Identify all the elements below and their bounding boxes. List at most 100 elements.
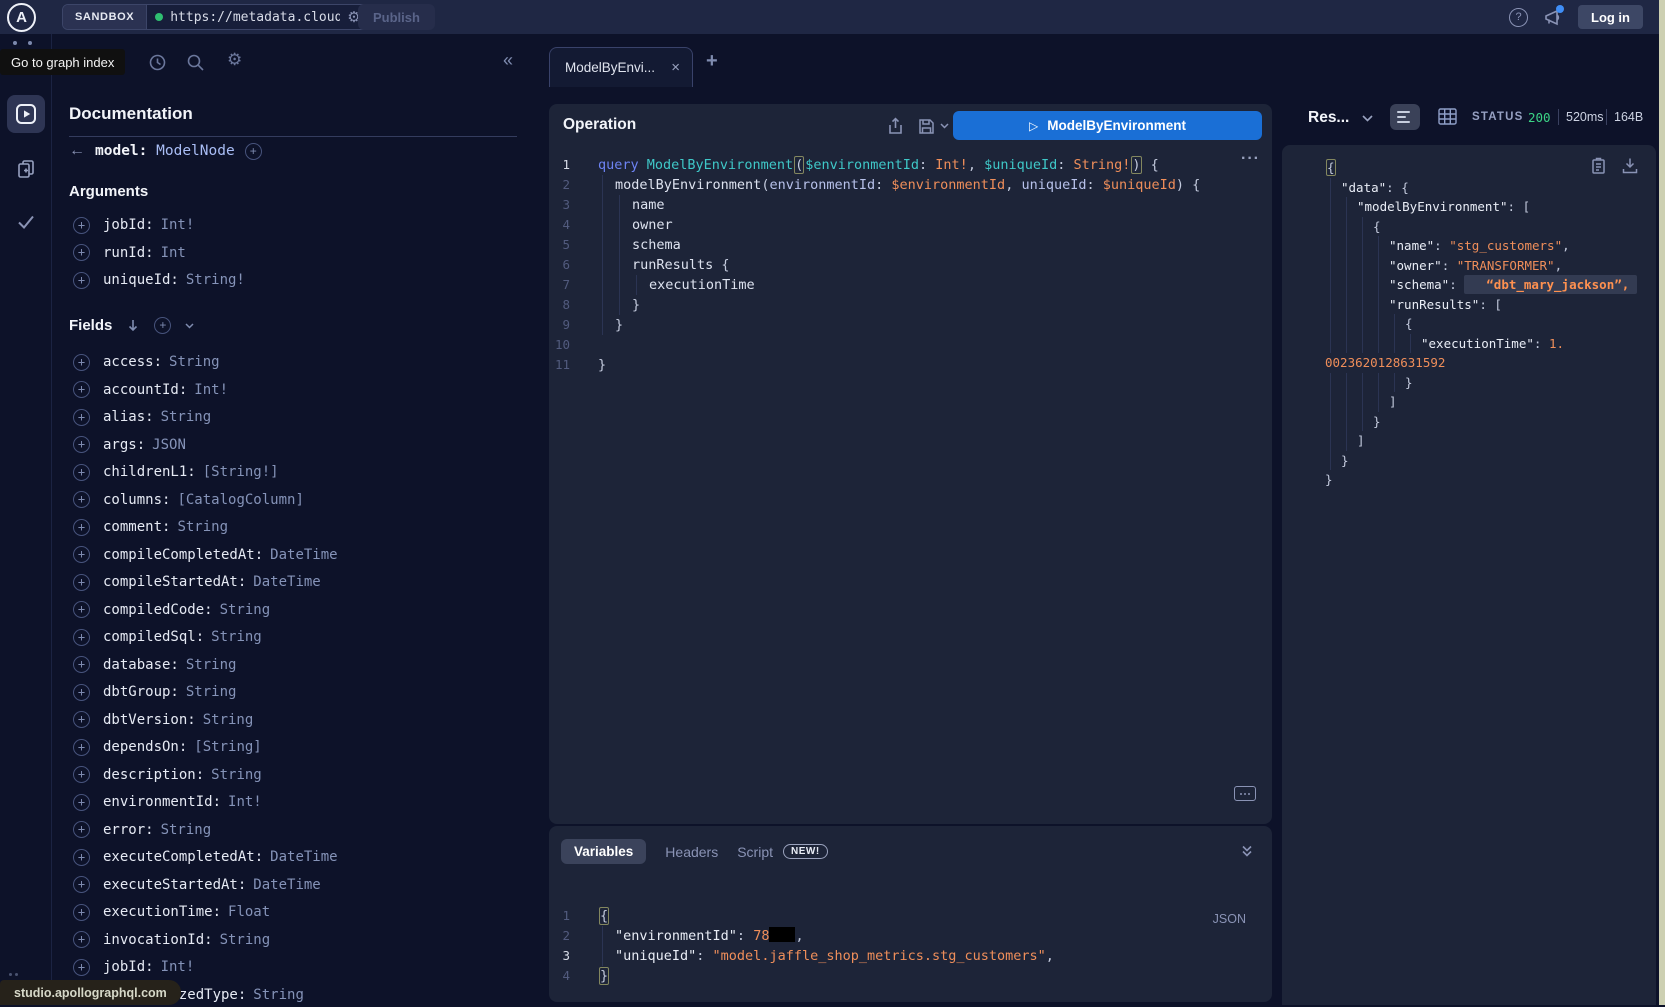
field-type[interactable]: Int! [194,382,228,398]
publish-button[interactable]: Publish [358,4,435,30]
code-line[interactable]: 5schema [549,235,1272,255]
operation-tab[interactable]: ModelByEnvi... × [549,47,693,87]
settings-gear-icon[interactable]: ⚙ [227,51,242,68]
field-name[interactable]: error: [103,822,154,838]
field-name[interactable]: compiledCode: [103,602,213,618]
announcements-megaphone-icon[interactable] [1543,7,1563,27]
add-field-icon[interactable]: + [73,711,90,728]
history-icon[interactable] [148,53,167,72]
add-field-icon[interactable]: + [73,849,90,866]
field-name[interactable]: executeCompletedAt: [103,849,263,865]
rail-item-schema[interactable] [0,158,52,180]
field-name[interactable]: columns: [103,492,170,508]
field-type[interactable]: String [169,354,220,370]
field-type[interactable]: String [186,657,237,673]
code-line[interactable]: 9} [549,315,1272,335]
code-line[interactable]: 10 [549,335,1272,355]
field-type[interactable]: DateTime [253,877,320,893]
field-name[interactable]: compileCompletedAt: [103,547,263,563]
field-type[interactable]: DateTime [270,849,337,865]
field-type[interactable]: [String] [194,739,261,755]
rail-item-checks[interactable] [0,212,52,232]
code-line[interactable]: 8} [549,295,1272,315]
add-field-icon[interactable]: + [73,409,90,426]
field-type[interactable]: String [253,987,304,1003]
collapse-panel-icon[interactable] [1240,844,1254,858]
add-field-icon[interactable]: + [73,244,90,261]
response-panel-title[interactable]: Res... [1308,109,1349,127]
variables-tab-script[interactable]: Script [737,844,773,860]
add-field-icon[interactable]: + [73,491,90,508]
field-name[interactable]: access: [103,354,162,370]
field-type[interactable]: String [177,519,228,535]
code-line[interactable]: 4owner [549,215,1272,235]
add-field-icon[interactable]: + [73,354,90,371]
add-field-icon[interactable]: + [73,519,90,536]
field-type[interactable]: String [161,822,212,838]
code-line[interactable]: 2"environmentId": 78, [549,926,1272,946]
add-field-icon[interactable]: + [73,272,90,289]
code-line[interactable]: 1{ [549,906,1272,926]
field-type[interactable]: String [220,602,271,618]
response-view-raw-button[interactable] [1390,104,1420,130]
endpoint-url-segment[interactable]: https://metadata.cloud.get ⚙ [147,5,368,29]
field-name[interactable]: accountId: [103,382,187,398]
field-name[interactable]: dbtGroup: [103,684,179,700]
collapse-sidebar-icon[interactable]: « [503,50,510,71]
back-arrow-icon[interactable]: ← [69,142,85,160]
field-name[interactable]: executionTime: [103,904,221,920]
add-field-icon[interactable]: + [73,381,90,398]
field-name[interactable]: args: [103,437,145,453]
add-field-icon[interactable]: + [73,464,90,481]
field-type[interactable]: DateTime [253,574,320,590]
add-field-icon[interactable]: + [73,876,90,893]
code-line[interactable]: 3name [549,195,1272,215]
field-name[interactable]: childrenL1: [103,464,196,480]
add-all-fields-icon[interactable]: + [154,317,171,334]
close-tab-icon[interactable]: × [671,59,680,76]
field-type[interactable]: Int! [228,794,262,810]
add-type-icon[interactable]: + [245,143,262,160]
field-type[interactable]: String [211,767,262,783]
response-dropdown-chevron-icon[interactable] [1362,115,1373,122]
field-type[interactable]: String [203,712,254,728]
field-type[interactable]: String [161,409,212,425]
field-name[interactable]: comment: [103,519,170,535]
field-name[interactable]: runId: [103,245,154,261]
field-name[interactable]: dependsOn: [103,739,187,755]
graph-icon[interactable] [13,41,17,45]
field-name[interactable]: description: [103,767,204,783]
field-name[interactable]: environmentId: [103,794,221,810]
add-field-icon[interactable]: + [73,217,90,234]
variables-tab-variables[interactable]: Variables [561,839,646,864]
add-field-icon[interactable]: + [73,959,90,976]
field-name[interactable]: uniqueId: [103,272,179,288]
chevron-down-icon[interactable] [185,323,194,329]
field-type[interactable]: String! [186,272,245,288]
add-field-icon[interactable]: + [73,821,90,838]
response-json[interactable]: {"data": {"modelByEnvironment": [{"name"… [1282,158,1656,490]
add-field-icon[interactable]: + [73,766,90,783]
share-operation-icon[interactable] [887,117,904,135]
field-type[interactable]: JSON [152,437,186,453]
add-field-icon[interactable]: + [73,656,90,673]
code-line[interactable]: 3"uniqueId": "model.jaffle_shop_metrics.… [549,946,1272,966]
code-line[interactable]: 4} [549,966,1272,986]
field-name[interactable]: jobId: [103,959,154,975]
add-field-icon[interactable]: + [73,546,90,563]
doc-type-name[interactable]: ModelNode [156,143,235,159]
field-name[interactable]: invocationId: [103,932,213,948]
add-field-icon[interactable]: + [73,601,90,618]
add-field-icon[interactable]: + [73,629,90,646]
add-field-icon[interactable]: + [73,904,90,921]
add-field-icon[interactable]: + [73,574,90,591]
field-name[interactable]: compileStartedAt: [103,574,246,590]
endpoint-url[interactable]: https://metadata.cloud.get [170,10,340,25]
field-type[interactable]: Int! [161,217,195,233]
field-type[interactable]: String [186,684,237,700]
field-name[interactable]: alias: [103,409,154,425]
field-type[interactable]: String [211,629,262,645]
field-type[interactable]: [CatalogColumn] [177,492,303,508]
code-line[interactable]: 11} [549,355,1272,375]
code-line[interactable]: 6runResults { [549,255,1272,275]
